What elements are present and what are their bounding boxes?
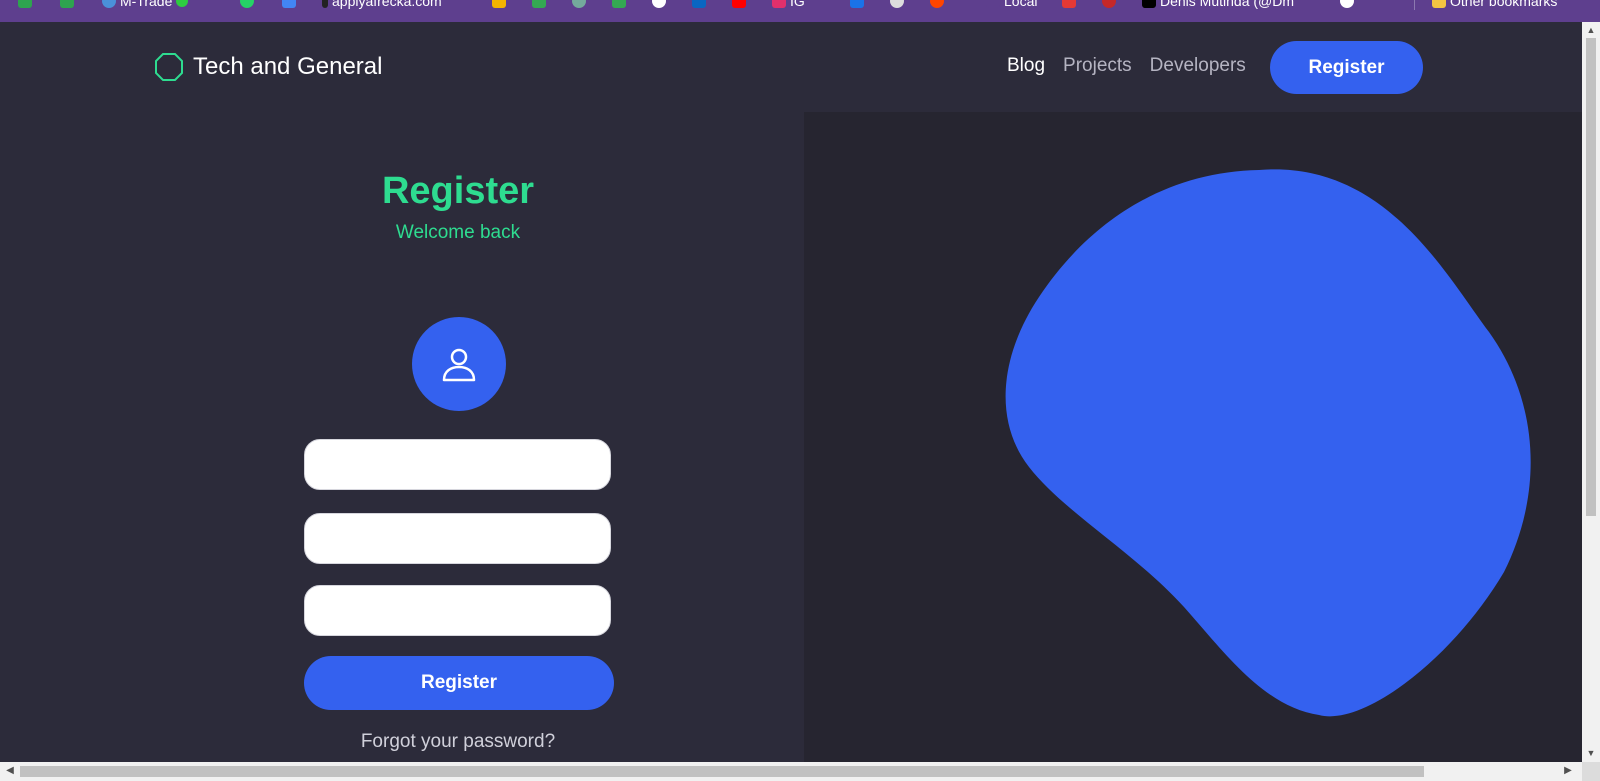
nav-register-button[interactable]: Register xyxy=(1270,41,1423,94)
folder-icon xyxy=(492,0,506,8)
github-icon xyxy=(652,0,666,8)
bookmark-item[interactable]: Local xyxy=(986,0,1037,10)
bookmark-item[interactable] xyxy=(612,0,626,10)
chatgpt-icon xyxy=(572,0,586,8)
forgot-password-link[interactable]: Forgot your password? xyxy=(286,731,630,753)
green-dot-icon xyxy=(176,0,189,7)
bookmark-item[interactable] xyxy=(732,0,746,10)
navbar: Tech and General Blog Projects Developer… xyxy=(0,22,1582,112)
page: Tech and General Blog Projects Developer… xyxy=(0,22,1582,762)
pin-icon xyxy=(612,0,626,8)
nav-link-projects[interactable]: Projects xyxy=(1063,55,1132,77)
bookmark-item[interactable] xyxy=(1340,0,1354,10)
bookmark-item[interactable]: applyafrecka.com xyxy=(322,0,442,10)
scrollbar-corner xyxy=(1582,762,1600,781)
bookmark-label: Denis Mutinda (@Dm xyxy=(1160,0,1295,9)
whatsapp-icon xyxy=(240,0,254,8)
bookmark-label: Other bookmarks xyxy=(1450,0,1558,9)
circle-icon xyxy=(102,0,116,8)
bookmark-item[interactable]: Other bookmarks xyxy=(1432,0,1557,10)
bookmark-item[interactable] xyxy=(282,0,296,10)
bookmark-item[interactable] xyxy=(572,0,586,10)
name-field[interactable] xyxy=(304,439,611,490)
x-logo-icon xyxy=(1142,0,1156,8)
bookmark-item[interactable] xyxy=(240,0,254,10)
brand[interactable]: Tech and General xyxy=(154,52,382,82)
brand-name: Tech and General xyxy=(193,53,383,80)
nav-links: Blog Projects Developers xyxy=(1007,55,1246,77)
vertical-scrollbar[interactable]: ▲ ▼ xyxy=(1582,22,1600,762)
bookmark-item[interactable] xyxy=(60,0,74,10)
blob-shape xyxy=(1005,169,1531,717)
c-red-icon xyxy=(1102,0,1116,8)
dot-icon xyxy=(986,0,1000,8)
horizontal-scrollbar[interactable]: ◀ ▶ xyxy=(0,762,1582,781)
reddit-icon xyxy=(930,0,944,8)
avatar xyxy=(412,317,506,411)
bookmark-item[interactable] xyxy=(692,0,706,10)
bookmark-label: IG xyxy=(790,0,805,9)
bookmark-item[interactable]: IG xyxy=(772,0,805,10)
green-square-icon xyxy=(18,0,32,8)
bookmark-item[interactable] xyxy=(1062,0,1076,10)
bookmark-item[interactable] xyxy=(492,0,506,10)
scroll-right-icon[interactable]: ▶ xyxy=(1562,765,1574,777)
bookmark-item[interactable] xyxy=(930,0,944,10)
form-subtitle: Welcome back xyxy=(395,222,521,243)
form-title: Register xyxy=(381,170,535,212)
bookmark-item[interactable] xyxy=(890,0,904,10)
folder-icon xyxy=(1432,0,1446,8)
bookmark-item[interactable] xyxy=(652,0,666,10)
app-icon xyxy=(282,0,296,8)
vertical-scroll-thumb[interactable] xyxy=(1586,38,1596,516)
register-submit-button[interactable]: Register xyxy=(304,656,614,710)
green-square-icon xyxy=(60,0,74,8)
nav-link-developers[interactable]: Developers xyxy=(1150,55,1246,77)
shield-icon xyxy=(850,0,864,8)
horizontal-scroll-thumb[interactable] xyxy=(20,766,1424,777)
bookmarks-bar: M-Trade applyafrecka.com IG Local Denis … xyxy=(0,0,1600,22)
bookmark-item[interactable] xyxy=(532,0,546,10)
youtube-icon xyxy=(732,0,746,8)
bookmark-item[interactable] xyxy=(18,0,32,10)
x-red-icon xyxy=(1062,0,1076,8)
scroll-left-icon[interactable]: ◀ xyxy=(4,765,16,777)
bookmark-label: Local xyxy=(1004,0,1038,9)
user-icon xyxy=(442,348,476,382)
email-field[interactable] xyxy=(304,513,611,564)
bookmark-item[interactable]: Denis Mutinda (@Dm xyxy=(1142,0,1294,10)
maps-icon xyxy=(532,0,546,8)
bookmark-label: applyafrecka.com xyxy=(332,0,442,9)
avatar-icon xyxy=(1340,0,1354,8)
bookmark-item[interactable] xyxy=(850,0,864,10)
bookmark-item[interactable]: M-Trade xyxy=(102,0,189,10)
password-field[interactable] xyxy=(304,585,611,636)
bookmark-item[interactable] xyxy=(1102,0,1116,10)
instagram-icon xyxy=(772,0,786,8)
hero-panel xyxy=(804,112,1582,762)
mic-icon xyxy=(322,0,328,8)
scroll-up-icon[interactable]: ▲ xyxy=(1586,25,1596,35)
nav-link-blog[interactable]: Blog xyxy=(1007,55,1045,77)
linkedin-icon xyxy=(692,0,706,8)
scroll-down-icon[interactable]: ▼ xyxy=(1586,748,1596,758)
bookmark-label: M-Trade xyxy=(120,0,173,9)
octagon-logo-icon xyxy=(155,53,183,81)
bookmarks-separator xyxy=(1414,0,1415,10)
drop-icon xyxy=(890,0,904,8)
